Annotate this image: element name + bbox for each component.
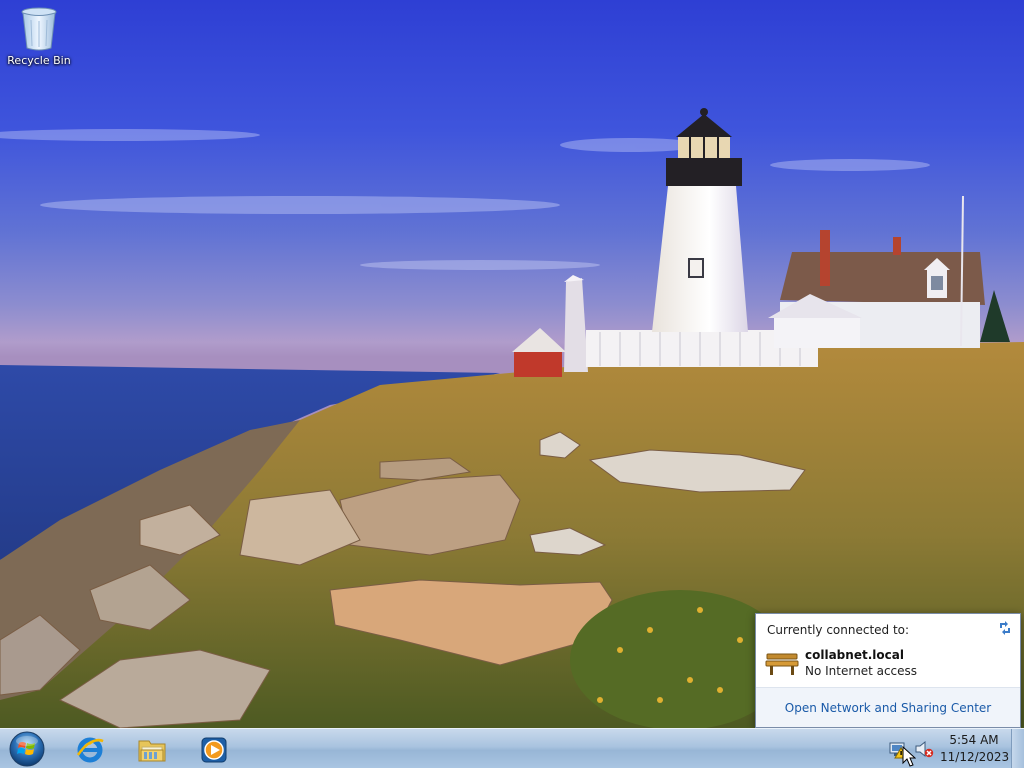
media-player-icon: [201, 737, 227, 763]
network-name: collabnet.local: [805, 648, 904, 662]
tray-volume-icon[interactable]: [914, 739, 934, 759]
recycle-bin-desktop-icon[interactable]: Recycle Bin: [6, 6, 72, 67]
show-desktop-button[interactable]: [1011, 729, 1024, 768]
desktop: Recycle Bin Currently connected to: coll…: [0, 0, 1024, 728]
volume-muted-icon: [915, 740, 934, 758]
network-status: No Internet access: [805, 664, 918, 678]
refresh-icon[interactable]: [996, 619, 1014, 637]
network-bench-icon: [765, 650, 799, 676]
internet-explorer-icon: [76, 737, 104, 763]
tray-network-icon[interactable]: [888, 739, 908, 759]
tray-clock[interactable]: 5:54 AM 11/12/2023: [940, 732, 1010, 766]
open-network-sharing-center-link[interactable]: Open Network and Sharing Center: [756, 688, 1020, 728]
clock-time: 5:54 AM: [949, 733, 999, 747]
network-flyout: Currently connected to: collabnet.local …: [755, 613, 1021, 728]
taskbar-windows-explorer[interactable]: [124, 731, 178, 767]
flyout-heading: Currently connected to:: [767, 623, 910, 637]
start-button[interactable]: [4, 730, 50, 768]
recycle-bin-icon: [19, 6, 59, 52]
folder-icon: [138, 740, 166, 762]
clock-date: 11/12/2023: [940, 750, 1010, 764]
windows-start-icon: [4, 731, 50, 771]
flyout-footer: Open Network and Sharing Center: [756, 687, 1020, 727]
recycle-bin-label: Recycle Bin: [7, 54, 71, 67]
taskbar-media-player[interactable]: [186, 731, 240, 767]
network-warning-icon: [889, 742, 908, 759]
taskbar-internet-explorer[interactable]: [62, 731, 116, 767]
taskbar: 5:54 AM 11/12/2023: [0, 728, 1024, 768]
